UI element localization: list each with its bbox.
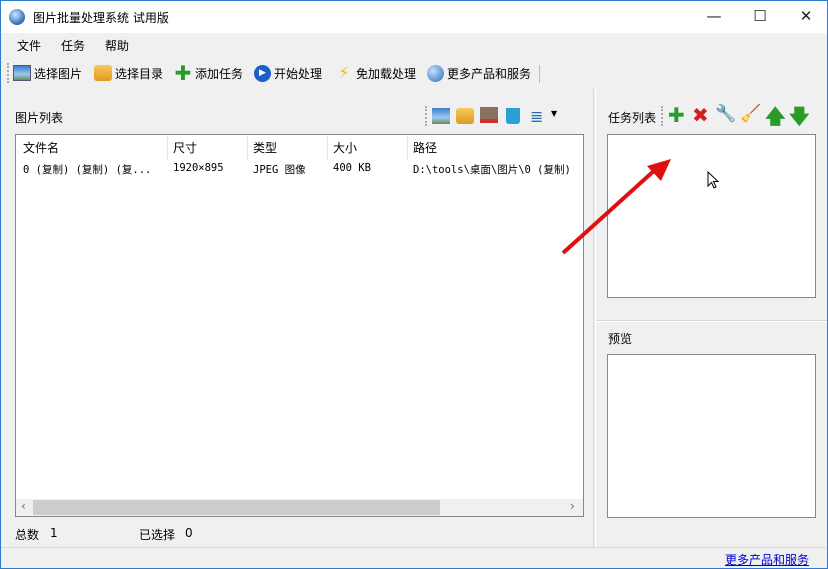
- menu-task[interactable]: 任务: [61, 37, 85, 54]
- button-label: 选择图片: [34, 66, 83, 81]
- cell-path: D:\tools\桌面\图片\0 (复制): [413, 164, 571, 176]
- title-bar: 图片批量处理系统 试用版 — ☐ ✕: [1, 1, 827, 33]
- wrench-icon[interactable]: 🔧: [715, 104, 736, 124]
- preview-box: [607, 354, 816, 518]
- selected-count: 0: [185, 526, 193, 540]
- cell-type: JPEG 图像: [253, 164, 306, 176]
- dropdown-arrow-icon[interactable]: ▼: [551, 109, 557, 118]
- clear-icon[interactable]: [506, 108, 520, 124]
- table-row[interactable]: 0 (复制) (复制) (复... 1920×895 JPEG 图像 400 K…: [16, 159, 583, 177]
- arrow-shaft: [561, 167, 658, 255]
- panel-divider: [597, 320, 827, 322]
- column-divider[interactable]: [247, 137, 248, 159]
- move-down-icon[interactable]: 🡇: [789, 102, 810, 136]
- column-header-type[interactable]: 类型: [253, 139, 277, 156]
- minimize-button[interactable]: —: [691, 1, 737, 31]
- plus-icon: ✚: [174, 61, 192, 85]
- arrow-head: [647, 159, 671, 181]
- image-list-table[interactable]: 文件名 尺寸 类型 大小 路径 0 (复制) (复制) (复... 1920×8…: [15, 134, 584, 517]
- maximize-button[interactable]: ☐: [737, 1, 783, 31]
- status-divider: [1, 547, 827, 548]
- scroll-right-arrow-icon[interactable]: ›: [570, 499, 575, 513]
- image-list-title: 图片列表: [15, 111, 64, 125]
- column-divider[interactable]: [407, 137, 408, 159]
- more-products-link[interactable]: 更多产品和服务: [725, 551, 809, 568]
- cell-dimensions: 1920×895: [173, 162, 224, 174]
- list-toolbar-grip: [425, 106, 427, 126]
- image-icon: [13, 65, 31, 81]
- cell-filesize: 400 KB: [333, 162, 371, 174]
- menu-help[interactable]: 帮助: [105, 37, 129, 54]
- list-view-icon[interactable]: ≣: [530, 107, 543, 126]
- broom-icon[interactable]: 🧹: [740, 104, 761, 124]
- add-task-button[interactable]: ✚ 添加任务: [174, 63, 243, 83]
- add-folder-icon[interactable]: [456, 108, 474, 124]
- mouse-cursor-icon: [707, 171, 720, 189]
- column-divider[interactable]: [167, 137, 168, 159]
- toolbar-grip: [7, 63, 9, 83]
- cell-filename: 0 (复制) (复制) (复...: [23, 164, 152, 176]
- preview-title: 预览: [608, 332, 633, 346]
- button-label: 开始处理: [274, 66, 323, 81]
- task-list-title: 任务列表: [608, 111, 657, 125]
- more-products-button[interactable]: 更多产品和服务: [427, 63, 531, 83]
- toolbar-separator: [539, 65, 540, 83]
- button-label: 免加载处理: [356, 66, 417, 81]
- total-count: 1: [50, 526, 58, 540]
- add-task-icon[interactable]: ✚: [668, 103, 685, 127]
- scroll-left-arrow-icon[interactable]: ‹: [21, 499, 26, 513]
- window-title: 图片批量处理系统 试用版: [33, 11, 169, 25]
- start-process-button[interactable]: ▶ 开始处理: [254, 63, 322, 83]
- remove-image-icon[interactable]: [480, 107, 498, 123]
- close-button[interactable]: ✕: [783, 1, 828, 31]
- column-header-path[interactable]: 路径: [413, 139, 437, 156]
- button-label: 更多产品和服务: [447, 66, 532, 81]
- column-header-filename[interactable]: 文件名: [23, 139, 59, 156]
- folder-icon: [94, 65, 112, 81]
- column-divider[interactable]: [327, 137, 328, 159]
- play-icon: ▶: [254, 64, 271, 82]
- column-header-size[interactable]: 尺寸: [173, 139, 197, 156]
- menu-file[interactable]: 文件: [17, 37, 41, 54]
- horizontal-scrollbar[interactable]: ‹ ›: [16, 499, 583, 516]
- selected-label: 已选择: [139, 528, 176, 542]
- button-label: 选择目录: [115, 66, 164, 81]
- select-folder-button[interactable]: 选择目录: [94, 63, 163, 83]
- add-image-icon[interactable]: [432, 108, 450, 124]
- button-label: 添加任务: [195, 66, 244, 81]
- scrollbar-thumb[interactable]: [33, 500, 440, 515]
- annotation-arrow: [561, 159, 671, 255]
- total-label: 总数: [15, 528, 40, 542]
- lightning-icon: ⚡: [338, 63, 350, 82]
- globe-icon: [427, 64, 444, 82]
- move-up-icon[interactable]: 🡅: [765, 102, 786, 136]
- column-header-filesize[interactable]: 大小: [333, 139, 357, 156]
- app-icon: [9, 9, 25, 25]
- task-toolbar-grip: [661, 106, 663, 126]
- no-load-process-button[interactable]: ⚡ 免加载处理: [335, 63, 416, 83]
- delete-task-icon[interactable]: ✖: [692, 103, 709, 127]
- select-image-button[interactable]: 选择图片: [13, 63, 82, 83]
